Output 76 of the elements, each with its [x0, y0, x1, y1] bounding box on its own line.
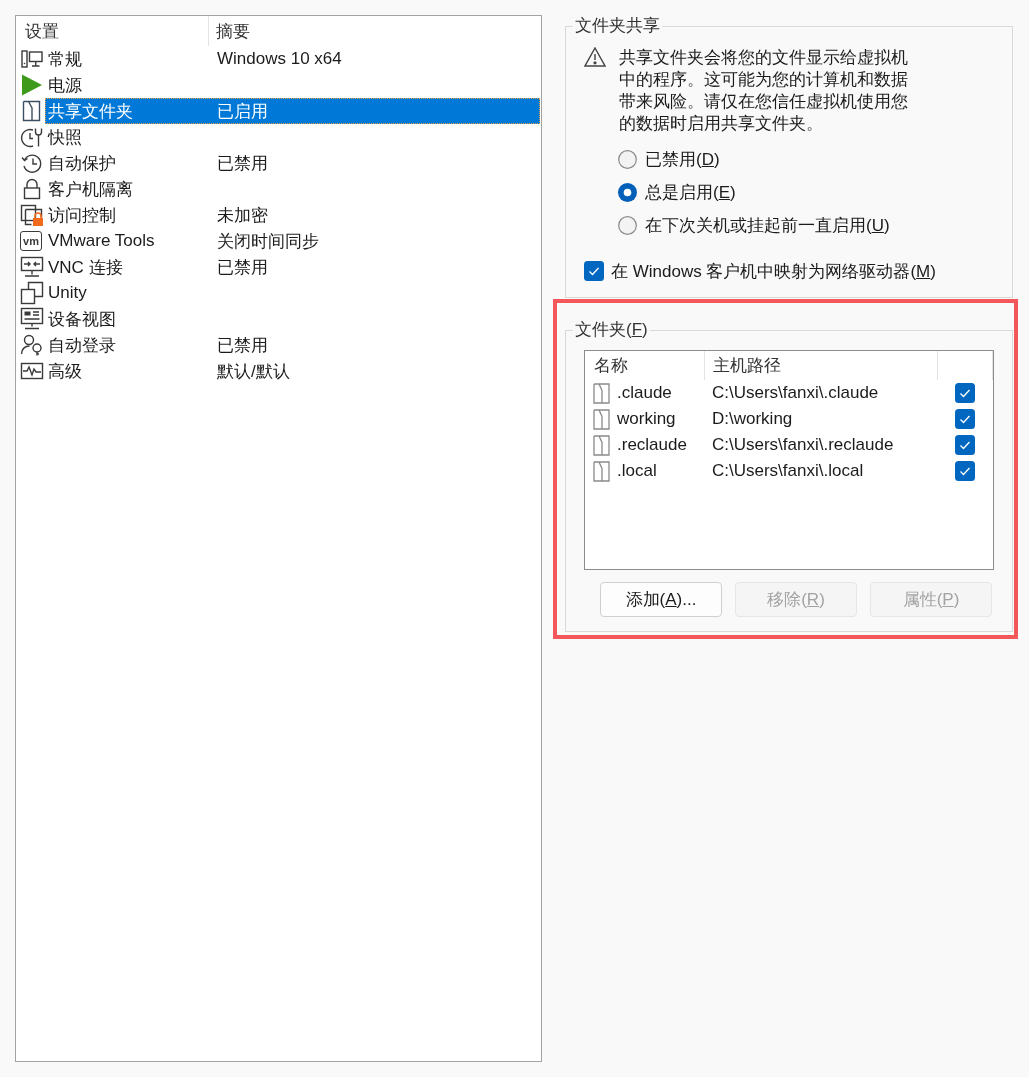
folder-icon [593, 408, 610, 430]
windows-lock-icon [20, 203, 44, 227]
setting-name: VMware Tools [48, 231, 155, 251]
setting-name: 设备视图 [48, 308, 116, 331]
warning-text: 共享文件夹会将您的文件显示给虚拟机中的程序。这可能为您的计算机和数据带来风险。请仅在您信任虚拟机使用您的数据时启用共享文件夹。 [619, 47, 909, 135]
folder-name: .local [617, 461, 657, 481]
warning-icon [584, 47, 606, 67]
folder-path: D:\working [712, 409, 793, 429]
radio-button[interactable] [618, 216, 637, 235]
radio-button[interactable] [618, 150, 637, 169]
radio-label[interactable]: 总是启用(E) [645, 181, 736, 204]
setting-name: 访问控制 [48, 204, 116, 227]
setting-name: 高级 [48, 360, 82, 383]
settings-row[interactable]: 自动登录 已禁用 [45, 332, 540, 358]
radio-label[interactable]: 已禁用(D) [645, 148, 720, 171]
folder-path: C:\Users\fanxi\.claude [712, 383, 879, 403]
monitor-arrows-icon [20, 255, 44, 279]
settings-row[interactable]: 快照 [45, 124, 540, 150]
folder-path: C:\Users\fanxi\.reclaude [712, 435, 894, 455]
folder-name: .reclaude [617, 435, 687, 455]
setting-summary: 已禁用 [217, 334, 268, 357]
setting-name: 常规 [48, 48, 82, 71]
settings-row[interactable]: 自动保护 已禁用 [45, 150, 540, 176]
setting-summary: 默认/默认 [217, 360, 290, 383]
settings-row[interactable]: 常规 Windows 10 x64 [45, 46, 540, 72]
settings-row[interactable]: 访问控制 未加密 [45, 202, 540, 228]
settings-row[interactable]: 电源 [45, 72, 540, 98]
setting-summary: 关闭时间同步 [217, 230, 319, 253]
setting-summary: Windows 10 x64 [217, 49, 342, 69]
setting-name: Unity [48, 283, 87, 303]
radio-label[interactable]: 在下次关机或挂起前一直启用(U) [645, 214, 890, 237]
setting-name: 共享文件夹 [48, 100, 133, 123]
person-key-icon [20, 333, 44, 357]
checkbox[interactable] [955, 461, 975, 481]
group-title: 文件夹(F) [574, 319, 649, 341]
checkbox[interactable] [584, 261, 604, 281]
dialog-button[interactable]: 添加(A)... [600, 582, 722, 617]
folder-icon [593, 434, 610, 456]
radio-button[interactable] [618, 183, 637, 202]
setting-name: 客户机隔离 [48, 178, 133, 201]
folder-icon [593, 382, 610, 404]
settings-row[interactable]: 设备视图 [45, 306, 540, 332]
setting-summary: 已禁用 [217, 152, 268, 175]
column-header: 设置 [16, 16, 209, 46]
checkbox[interactable] [955, 435, 975, 455]
folder-name: working [617, 409, 676, 429]
settings-row[interactable]: VMware Tools 关闭时间同步 [45, 228, 540, 254]
settings-row[interactable]: 共享文件夹 已启用 [45, 98, 540, 124]
checkbox[interactable] [955, 383, 975, 403]
clock-arrow-icon [20, 151, 44, 175]
group-title: 文件夹共享 [574, 15, 661, 37]
column-header: 名称 [585, 351, 705, 380]
setting-name: 电源 [48, 74, 82, 97]
overlapping-windows-icon [20, 281, 44, 305]
checkbox-label[interactable]: 在 Windows 客户机中映射为网络驱动器(M) [611, 259, 936, 283]
settings-row[interactable]: 高级 默认/默认 [45, 358, 540, 384]
computer-icon [20, 47, 44, 71]
checkbox[interactable] [955, 409, 975, 429]
setting-name: 自动登录 [48, 334, 116, 357]
folder-name: .claude [617, 383, 672, 403]
settings-row[interactable]: VNC 连接 已禁用 [45, 254, 540, 280]
setting-summary: 已启用 [217, 100, 268, 123]
play-icon [20, 73, 44, 97]
folder-path: C:\Users\fanxi\.local [712, 461, 864, 481]
setting-name: 自动保护 [48, 152, 116, 175]
settings-row[interactable]: 客户机隔离 [45, 176, 540, 202]
setting-summary: 已禁用 [217, 256, 268, 279]
setting-name: VNC 连接 [48, 256, 123, 279]
monitor-card-icon [20, 307, 44, 331]
setting-summary: 未加密 [217, 204, 268, 227]
logo-badge: vm [20, 231, 42, 251]
column-header: 摘要 [215, 20, 251, 43]
setting-name: 快照 [48, 126, 82, 149]
column-header: 主机路径 [705, 351, 938, 380]
folder-icon [593, 460, 610, 482]
settings-row[interactable]: Unity [45, 280, 540, 306]
